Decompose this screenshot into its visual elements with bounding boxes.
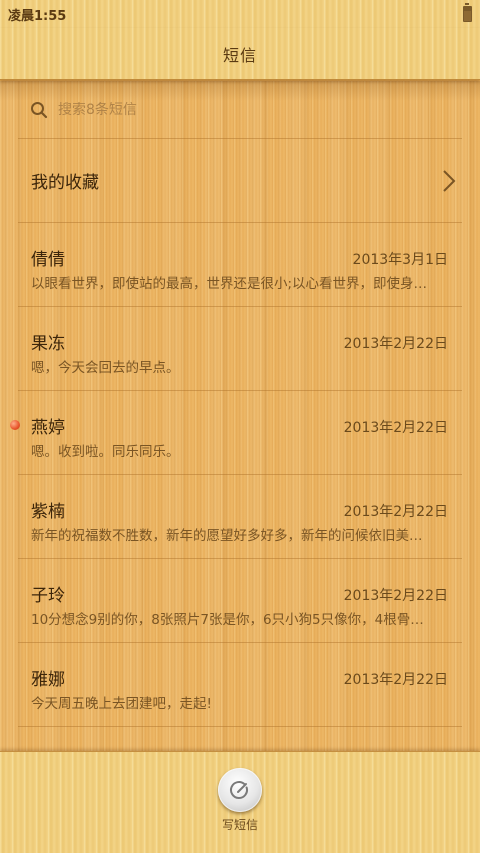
status-time: 凌晨1:55 — [8, 8, 67, 24]
message-preview: 10分想念9别的你，8张照片7张是你，6只小狗5只像你，4根骨… — [31, 612, 424, 628]
message-date: 2013年2月22日 — [343, 672, 448, 688]
message-preview: 嗯，今天会回去的早点。 — [31, 360, 180, 376]
unread-dot-icon — [10, 420, 20, 430]
conversation-row[interactable]: 紫楠 2013年2月22日 新年的祝福数不胜数，新年的愿望好多好多，新年的问候依… — [18, 475, 462, 559]
message-list[interactable]: 我的收藏 倩倩 2013年3月1日 以眼看世界，即使站的最高，世界还是很小;以心… — [0, 81, 480, 751]
conversation-row[interactable]: 果冻 2013年2月22日 嗯，今天会回去的早点。 — [18, 307, 462, 391]
bottom-bar: 写短信 — [0, 751, 480, 853]
chevron-right-icon — [443, 169, 456, 192]
contact-name: 燕婷 — [31, 418, 65, 438]
page-title: 短信 — [222, 45, 257, 65]
contact-name: 雅娜 — [31, 670, 65, 690]
status-bar: 凌晨1:55 — [0, 0, 480, 28]
message-preview: 新年的祝福数不胜数，新年的愿望好多好多，新年的问候依旧美… — [31, 528, 423, 544]
contact-name: 倩倩 — [31, 250, 65, 270]
contact-name: 子玲 — [31, 586, 65, 606]
contact-name: 紫楠 — [31, 502, 65, 522]
message-preview: 今天周五晚上去团建吧，走起! — [31, 696, 212, 712]
message-date: 2013年2月22日 — [343, 504, 448, 520]
conversation-row[interactable]: 雅娜 2013年2月22日 今天周五晚上去团建吧，走起! — [18, 643, 462, 727]
message-date: 2013年2月22日 — [343, 420, 448, 436]
conversation-row[interactable]: 子玲 2013年2月22日 10分想念9别的你，8张照片7张是你，6只小狗5只像… — [18, 559, 462, 643]
message-preview: 以眼看世界，即使站的最高，世界还是很小;以心看世界，即使身… — [31, 276, 428, 292]
compose-label: 写短信 — [221, 818, 258, 832]
battery-icon — [463, 3, 472, 22]
contact-name: 果冻 — [31, 334, 65, 354]
conversation-row[interactable]: 燕婷 2013年2月22日 嗯。收到啦。同乐同乐。 — [10, 391, 462, 475]
search-bar[interactable] — [18, 81, 462, 139]
search-icon — [31, 101, 48, 118]
favorites-label: 我的收藏 — [31, 173, 99, 193]
message-date: 2013年2月22日 — [343, 588, 448, 604]
message-date: 2013年3月1日 — [352, 252, 448, 268]
compose-button[interactable] — [218, 768, 262, 812]
title-bar: 短信 — [0, 28, 480, 80]
favorites-item[interactable]: 我的收藏 — [18, 139, 462, 223]
compose-icon — [230, 781, 248, 799]
message-preview: 嗯。收到啦。同乐同乐。 — [31, 444, 180, 460]
conversation-row[interactable]: 倩倩 2013年3月1日 以眼看世界，即使站的最高，世界还是很小;以心看世界，即… — [18, 223, 462, 307]
search-input[interactable] — [58, 101, 418, 118]
message-date: 2013年2月22日 — [343, 336, 448, 352]
